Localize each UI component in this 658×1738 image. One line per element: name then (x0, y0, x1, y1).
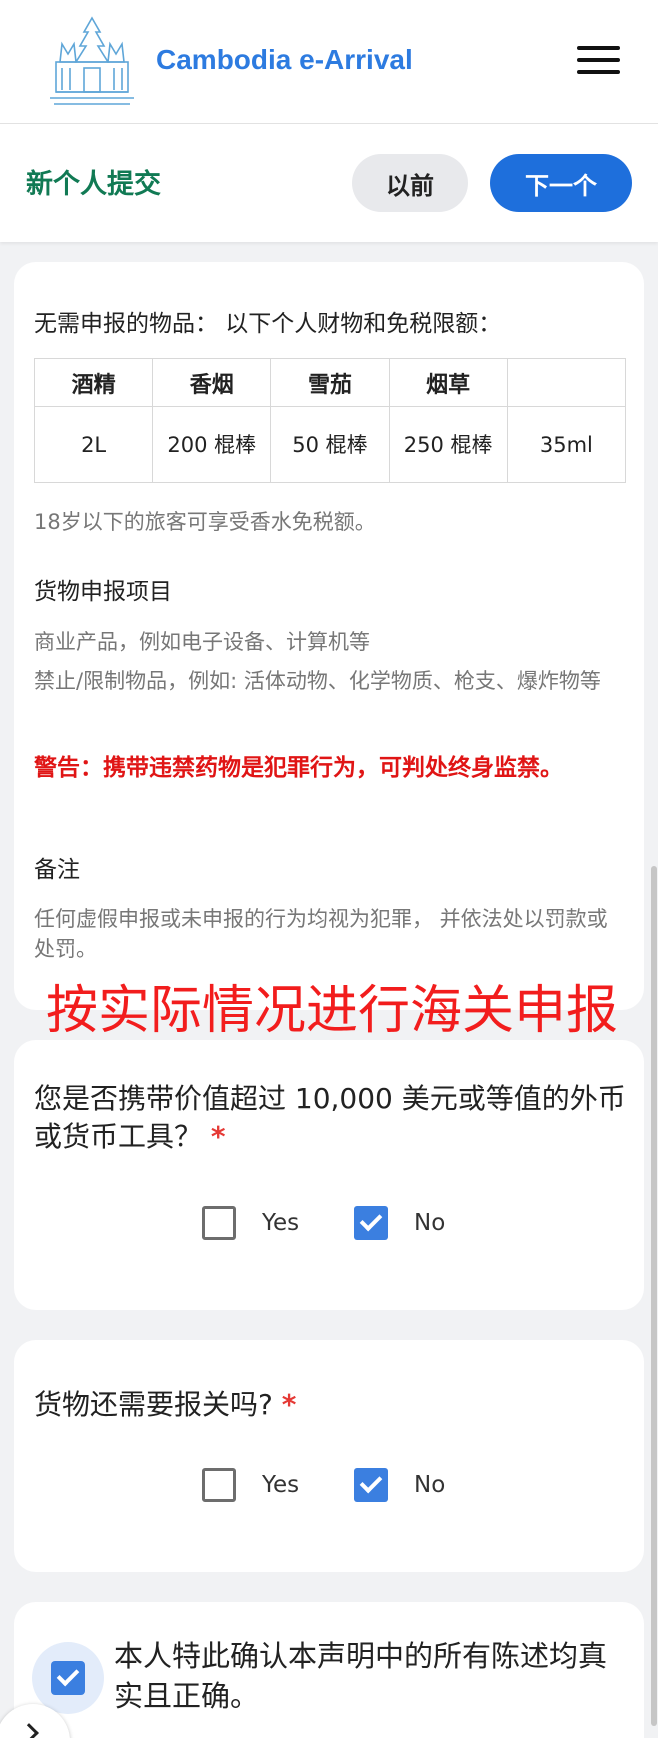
table-cell: 250 棍棒 (388, 406, 508, 483)
goods-question: 货物还需要报关吗? * (34, 1386, 626, 1424)
checkbox-checked-icon[interactable] (354, 1206, 388, 1240)
option-label: No (414, 1472, 446, 1498)
table-cell: 200 棍棒 (152, 406, 272, 483)
table-header-cell (506, 358, 627, 407)
chevron-right-icon (19, 1723, 39, 1738)
table-header-cell: 烟草 (388, 358, 508, 407)
previous-button[interactable]: 以前 (352, 154, 468, 212)
perfume-note: 18岁以下的旅客可享受香水免税额。 (34, 510, 376, 534)
remarks-text: 任何虚假申报或未申报的行为均视为犯罪， 并依法处以罚款或处罚。 (34, 907, 608, 961)
question-text: 您是否携带价值超过 10,000 美元或等值的外币或货币工具？ (34, 1082, 626, 1153)
drug-warning: 警告：携带违禁药物是犯罪行为，可判处终身监禁。 (34, 755, 563, 781)
currency-no-option[interactable]: No (354, 1206, 445, 1240)
table-header-row: 酒精 香烟 雪茄 烟草 (33, 358, 627, 407)
checkbox-unchecked-icon[interactable] (202, 1468, 236, 1502)
form-action-bar: 新个人提交 以前 下一个 (0, 124, 658, 242)
table-row: 2L 200 棍棒 50 棍棒 250 棍棒 35ml (33, 406, 627, 483)
top-navbar: Cambodia e-Arrival (0, 0, 658, 124)
required-mark: * (210, 1120, 226, 1153)
option-label: Yes (262, 1472, 300, 1498)
customs-info-card: 无需申报的物品： 以下个人财物和免税限额： 酒精 香烟 雪茄 烟草 2L 200… (14, 262, 644, 1010)
goods-item-commercial: 商业产品，例如电子设备、计算机等 (34, 630, 370, 654)
checkbox-checked-icon[interactable] (51, 1661, 85, 1695)
overlay-caption: 按实际情况进行海关申报 (46, 981, 619, 1041)
app-brand-title: Cambodia e-Arrival (156, 44, 413, 75)
duty-free-table: 酒精 香烟 雪茄 烟草 2L 200 棍棒 50 棍棒 250 棍棒 35ml (33, 358, 627, 483)
table-cell: 2L (33, 406, 154, 483)
confirmation-checkbox[interactable] (32, 1642, 104, 1714)
question-text: 货物还需要报关吗? (34, 1388, 273, 1421)
option-label: Yes (262, 1210, 300, 1236)
goods-item-prohibited: 禁止/限制物品，例如: 活体动物、化学物质、枪支、爆炸物等 (34, 669, 601, 693)
goods-no-option[interactable]: No (354, 1468, 445, 1502)
confirmation-text: 本人特此确认本声明中的所有陈述均真实且正确。 (114, 1639, 608, 1713)
table-header-cell: 雪茄 (270, 358, 390, 407)
remarks-heading: 备注 (34, 857, 80, 883)
duty-free-intro: 无需申报的物品： 以下个人财物和免税限额： (34, 311, 502, 337)
currency-question-card: 您是否携带价值超过 10,000 美元或等值的外币或货币工具？ * Yes No (14, 1040, 644, 1310)
hamburger-menu-icon[interactable] (574, 44, 622, 76)
table-cell: 35ml (506, 406, 627, 483)
table-header-cell: 酒精 (33, 358, 154, 407)
table-header-cell: 香烟 (152, 358, 272, 407)
scrollbar[interactable] (651, 866, 657, 1726)
angkor-temple-logo-icon[interactable] (48, 14, 136, 110)
goods-question-card: 货物还需要报关吗? * Yes No (14, 1340, 644, 1572)
checkbox-checked-icon[interactable] (354, 1468, 388, 1502)
confirmation-card: 本人特此确认本声明中的所有陈述均真实且正确。 (14, 1602, 644, 1738)
next-button[interactable]: 下一个 (490, 154, 632, 212)
checkbox-unchecked-icon[interactable] (202, 1206, 236, 1240)
table-cell: 50 棍棒 (270, 406, 390, 483)
currency-yes-option[interactable]: Yes (202, 1206, 299, 1240)
currency-question: 您是否携带价值超过 10,000 美元或等值的外币或货币工具？ * (34, 1080, 626, 1156)
page-title: 新个人提交 (26, 169, 161, 200)
goods-yes-option[interactable]: Yes (202, 1468, 299, 1502)
option-label: No (414, 1210, 446, 1236)
goods-declaration-heading: 货物申报项目 (34, 579, 172, 605)
required-mark: * (281, 1388, 297, 1421)
